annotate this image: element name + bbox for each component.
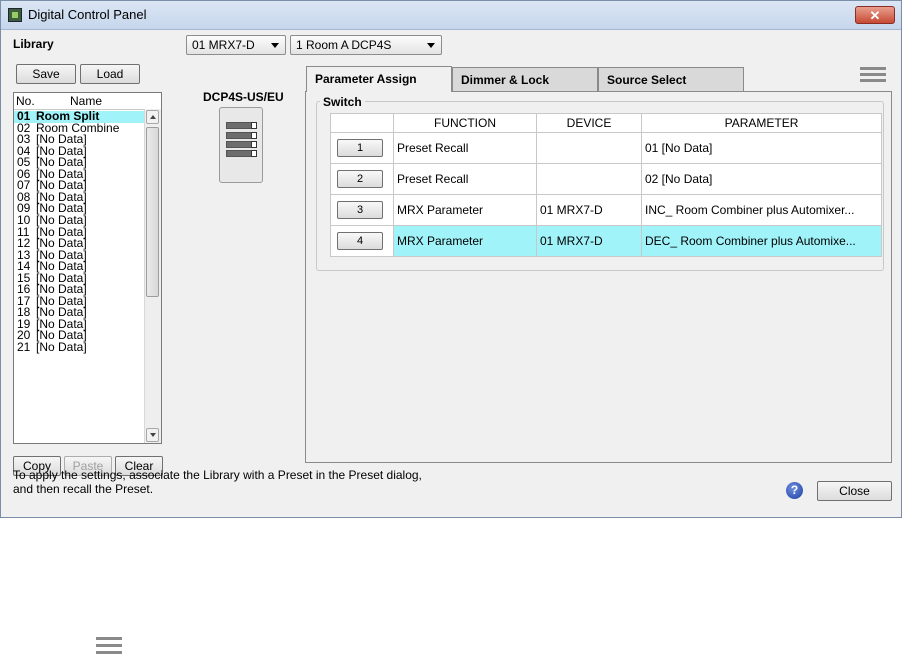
- switch-2-image: [226, 132, 257, 139]
- device-model-label: DCP4S-US/EU: [203, 90, 284, 104]
- parameter-header: PARAMETER: [641, 113, 882, 133]
- tab-parameter-assign[interactable]: Parameter Assign: [306, 66, 452, 92]
- switch-3-image: [226, 141, 257, 148]
- switch-cell: 4: [330, 225, 394, 257]
- table-row: 1 Preset Recall 01 [No Data]: [330, 132, 882, 164]
- function-cell[interactable]: MRX Parameter: [393, 194, 537, 226]
- table-row: 3 MRX Parameter 01 MRX7-D INC_ Room Combine…: [330, 194, 882, 226]
- close-button[interactable]: Close: [817, 481, 892, 501]
- tab-dimmer-lock[interactable]: Dimmer & Lock: [452, 67, 598, 91]
- library-list[interactable]: No. Name 01 Room Split 02 Room Combine 03 [No…: [13, 92, 162, 444]
- switch-2-button[interactable]: 2: [337, 170, 383, 188]
- menu-icon[interactable]: [860, 67, 886, 83]
- scroll-down-button[interactable]: [146, 428, 159, 442]
- device-cell[interactable]: [536, 132, 642, 164]
- parameter-cell[interactable]: 02 [No Data]: [641, 163, 882, 195]
- footnote: To apply the settings, associate the Lib…: [13, 468, 422, 496]
- parameter-cell[interactable]: 01 [No Data]: [641, 132, 882, 164]
- library-item-number: 21: [17, 340, 31, 354]
- table-header-row: FUNCTION DEVICE PARAMETER: [330, 113, 882, 133]
- switch-cell: 2: [330, 163, 394, 195]
- switch-group-label: Switch: [320, 95, 365, 109]
- menu-icon-legend: [96, 637, 122, 654]
- parameter-cell[interactable]: INC_ Room Combiner plus Automixer...: [641, 194, 882, 226]
- switch-3-button[interactable]: 3: [337, 201, 383, 219]
- library-label: Library: [13, 37, 54, 51]
- chevron-down-icon: [271, 43, 279, 48]
- device-select[interactable]: 01 MRX7-D: [186, 35, 286, 55]
- dcp4s-device-image: [219, 107, 263, 183]
- switch-assign-table: FUNCTION DEVICE PARAMETER 1 Preset Recall…: [330, 113, 882, 257]
- footnote-line-1: To apply the settings, associate the Lib…: [13, 468, 422, 482]
- panel-select-value: 1 Room A DCP4S: [296, 38, 392, 52]
- switch-1-button[interactable]: 1: [337, 139, 383, 157]
- window-title: Digital Control Panel: [28, 7, 147, 22]
- switch-1-image: [226, 122, 257, 129]
- library-item-name: [No Data]: [36, 340, 87, 354]
- help-icon[interactable]: ?: [786, 482, 803, 499]
- library-scrollbar[interactable]: [144, 109, 161, 443]
- table-row: 2 Preset Recall 02 [No Data]: [330, 163, 882, 195]
- tab-source-select[interactable]: Source Select: [598, 67, 744, 91]
- corner-header: [330, 113, 394, 133]
- app-icon: [8, 8, 22, 22]
- title-bar: Digital Control Panel ✕: [1, 1, 901, 30]
- device-cell[interactable]: [536, 163, 642, 195]
- window-close-button[interactable]: ✕: [855, 6, 895, 24]
- function-header: FUNCTION: [393, 113, 537, 133]
- device-cell[interactable]: 01 MRX7-D: [536, 194, 642, 226]
- function-cell[interactable]: Preset Recall: [393, 163, 537, 195]
- switch-cell: 3: [330, 194, 394, 226]
- scroll-up-button[interactable]: [146, 110, 159, 124]
- save-button[interactable]: Save: [16, 64, 76, 84]
- switch-4-button[interactable]: 4: [337, 232, 383, 250]
- scroll-thumb[interactable]: [146, 127, 159, 297]
- switch-4-image: [226, 150, 257, 157]
- library-list-header: No. Name: [14, 93, 144, 110]
- col-name-header: Name: [70, 94, 103, 108]
- table-row: 4 MRX Parameter 01 MRX7-D DEC_ Room Combine…: [330, 225, 882, 257]
- device-select-value: 01 MRX7-D: [192, 38, 255, 52]
- chevron-down-icon: [427, 43, 435, 48]
- library-list-item[interactable]: 21 [No Data]: [14, 340, 144, 354]
- col-no-header: No.: [16, 94, 35, 108]
- device-cell[interactable]: 01 MRX7-D: [536, 225, 642, 257]
- switch-cell: 1: [330, 132, 394, 164]
- function-cell[interactable]: MRX Parameter: [393, 225, 537, 257]
- panel-select[interactable]: 1 Room A DCP4S: [290, 35, 442, 55]
- parameter-cell[interactable]: DEC_ Room Combiner plus Automixe...: [641, 225, 882, 257]
- load-button[interactable]: Load: [80, 64, 140, 84]
- device-header: DEVICE: [536, 113, 642, 133]
- footnote-line-2: and then recall the Preset.: [13, 482, 154, 496]
- function-cell[interactable]: Preset Recall: [393, 132, 537, 164]
